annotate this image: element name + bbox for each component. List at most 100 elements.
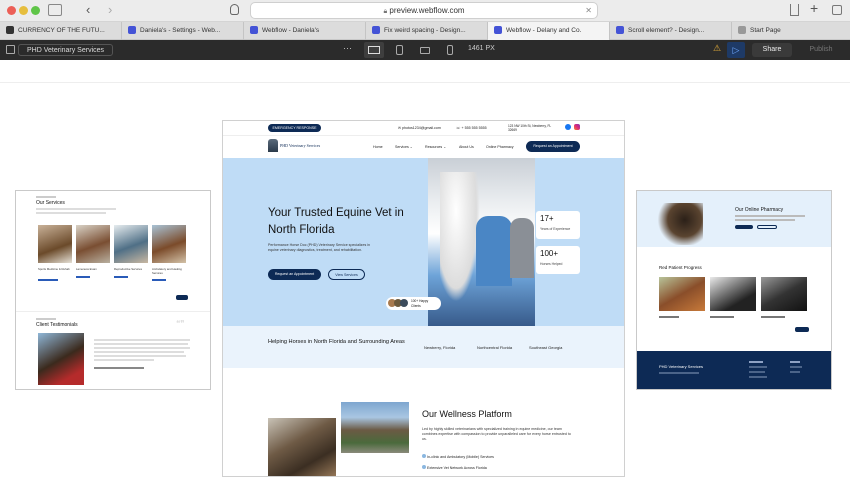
landscape-icon[interactable] xyxy=(420,47,430,54)
share-icon[interactable] xyxy=(790,4,799,16)
footer-link[interactable] xyxy=(790,361,800,363)
share-button[interactable]: Share xyxy=(752,43,792,57)
email-text[interactable]: ✉︎ photos1234@gmail.com xyxy=(398,126,441,130)
service-link[interactable] xyxy=(38,279,58,281)
mobile-icon[interactable] xyxy=(447,45,453,55)
site-name: PHD Veterinary Services xyxy=(27,47,105,54)
address-bar[interactable]: 🔒︎ preview.webflow.com ✕ xyxy=(250,2,598,19)
wellness-title: Our Wellness Platform xyxy=(422,409,512,419)
instagram-icon[interactable] xyxy=(574,124,580,130)
testimonial-text xyxy=(94,343,188,345)
pages-icon[interactable] xyxy=(6,45,15,54)
footer-link[interactable] xyxy=(749,366,767,368)
pharmacy-secondary-button[interactable] xyxy=(757,225,777,229)
webflow-toolbar: PHD Veterinary Services ⋯ 1461 PX ⚠ ▷ Sh… xyxy=(0,40,850,60)
service-link[interactable] xyxy=(76,276,90,278)
phone-value: + 555 555 5555 xyxy=(461,126,487,130)
service-item[interactable]: Lameness Exam xyxy=(76,267,110,271)
footer-link[interactable] xyxy=(749,376,767,378)
tablet-icon[interactable] xyxy=(396,45,403,55)
privacy-shield-icon[interactable] xyxy=(230,4,239,15)
url-text: preview.webflow.com xyxy=(389,6,465,15)
right-page-preview[interactable]: Our Online Pharmacy Red Patient Progress… xyxy=(636,190,832,390)
nav-services[interactable]: Services ⌄ xyxy=(395,145,413,149)
footer-link[interactable] xyxy=(749,361,763,363)
service-link[interactable] xyxy=(152,279,166,281)
wellness-item: Extensive Vet Network Across Florida xyxy=(422,465,487,470)
finding-photo xyxy=(710,277,756,311)
hero-appointment-button[interactable]: Request an Appointment xyxy=(268,269,321,280)
publish-button[interactable]: Publish xyxy=(797,43,845,57)
footer-text xyxy=(659,372,699,374)
quote-icon: ❝❞ xyxy=(176,319,185,328)
phone-text[interactable]: ☏ + 555 555 5555 xyxy=(456,126,487,130)
main-page-preview[interactable]: EMERGENCY RESPONSE ✉︎ photos1234@gmail.c… xyxy=(222,120,625,477)
browser-tab-active[interactable]: Webflow - Delany and Co. xyxy=(488,22,610,40)
view-services-button[interactable]: View Services xyxy=(328,269,365,280)
sidebar-toggle-icon[interactable] xyxy=(48,4,62,16)
pharmacy-horse-photo xyxy=(657,203,703,245)
browser-tab[interactable]: CURRENCY OF THE FUTU... xyxy=(0,22,122,40)
preview-play-icon[interactable]: ▷ xyxy=(727,42,745,58)
logo-text[interactable]: PHD Veterinary Services xyxy=(280,143,320,148)
service-item[interactable]: Ambulatory and Hauling Services xyxy=(152,267,186,275)
browser-tab[interactable]: Webflow - Daniela's xyxy=(244,22,366,40)
emergency-button[interactable]: EMERGENCY RESPONSE xyxy=(268,124,321,132)
findings-more-button[interactable] xyxy=(795,327,809,332)
nav-appointment-button[interactable]: Request an Appointment xyxy=(526,141,580,152)
warning-icon[interactable]: ⚠ xyxy=(713,43,721,54)
services-more-button[interactable] xyxy=(176,295,188,300)
finding-caption xyxy=(659,316,679,318)
browser-tab[interactable]: Scroll element? - Design... xyxy=(610,22,732,40)
webflow-favicon-icon xyxy=(250,26,258,35)
nav-resources[interactable]: Resources ⌄ xyxy=(425,145,446,149)
pharmacy-desc xyxy=(735,215,805,217)
service-photo xyxy=(152,225,186,263)
nav-about[interactable]: About Us xyxy=(459,145,474,149)
tab-overview-icon[interactable] xyxy=(832,5,842,15)
clear-url-icon[interactable]: ✕ xyxy=(585,3,592,18)
desktop-icon xyxy=(368,46,380,54)
browser-tab[interactable]: Daniela's - Settings - Web... xyxy=(122,22,244,40)
left-page-preview[interactable]: Our Services Sports Medicine & Rehab Lam… xyxy=(15,190,211,390)
pharmacy-button[interactable] xyxy=(735,225,753,229)
areas-title: Helping Horses in North Florida and Surr… xyxy=(268,339,405,345)
service-item[interactable]: Sports Medicine & Rehab xyxy=(38,267,72,271)
service-link[interactable] xyxy=(114,276,128,278)
close-window-icon[interactable] xyxy=(7,6,16,15)
white-horse-shape xyxy=(440,172,480,302)
footer-link[interactable] xyxy=(790,366,802,368)
zoom-window-icon[interactable] xyxy=(31,6,40,15)
vet-figure-shape xyxy=(510,218,534,278)
nav-home[interactable]: Home xyxy=(373,145,383,149)
wellness-item: In-clinic and Ambulatory (Mobile) Servic… xyxy=(422,454,494,459)
facebook-icon[interactable] xyxy=(565,124,571,130)
logo-icon[interactable] xyxy=(268,139,278,152)
client-avatar xyxy=(400,299,408,307)
browser-tab[interactable]: Start Page xyxy=(732,22,850,40)
tab-label: Webflow - Delany and Co. xyxy=(506,27,582,34)
service-item[interactable]: Reproductive Services xyxy=(114,267,148,271)
breakpoint-desktop-active[interactable] xyxy=(364,42,384,58)
webflow-favicon-icon xyxy=(494,26,502,35)
testimonial-text xyxy=(94,351,184,353)
new-tab-icon[interactable]: + xyxy=(810,0,818,16)
more-options-icon[interactable]: ⋯ xyxy=(343,43,352,54)
minimize-window-icon[interactable] xyxy=(19,6,28,15)
services-desc xyxy=(36,208,116,210)
nav-pharmacy[interactable]: Online Pharmacy xyxy=(486,145,514,149)
testimonials-title: Client Testimonials xyxy=(36,322,78,328)
browser-tab[interactable]: Fix weird spacing - Design... xyxy=(366,22,488,40)
tab-label: Scroll element? - Design... xyxy=(628,27,705,34)
footer-link[interactable] xyxy=(749,371,765,373)
happy-clients-badge: 100+ Happy Clients xyxy=(386,297,441,310)
width-readout: 1461 PX xyxy=(468,45,495,52)
email-value: photos1234@gmail.com xyxy=(402,126,441,130)
stat-label: Horses Helped xyxy=(540,262,563,266)
site-selector[interactable]: PHD Veterinary Services xyxy=(18,44,114,56)
stat-value: 100+ xyxy=(540,249,559,258)
forward-arrow-icon[interactable]: › xyxy=(108,2,112,17)
eyebrow-line xyxy=(36,318,56,320)
back-arrow-icon[interactable]: ‹ xyxy=(86,2,90,17)
footer-link[interactable] xyxy=(790,371,800,373)
